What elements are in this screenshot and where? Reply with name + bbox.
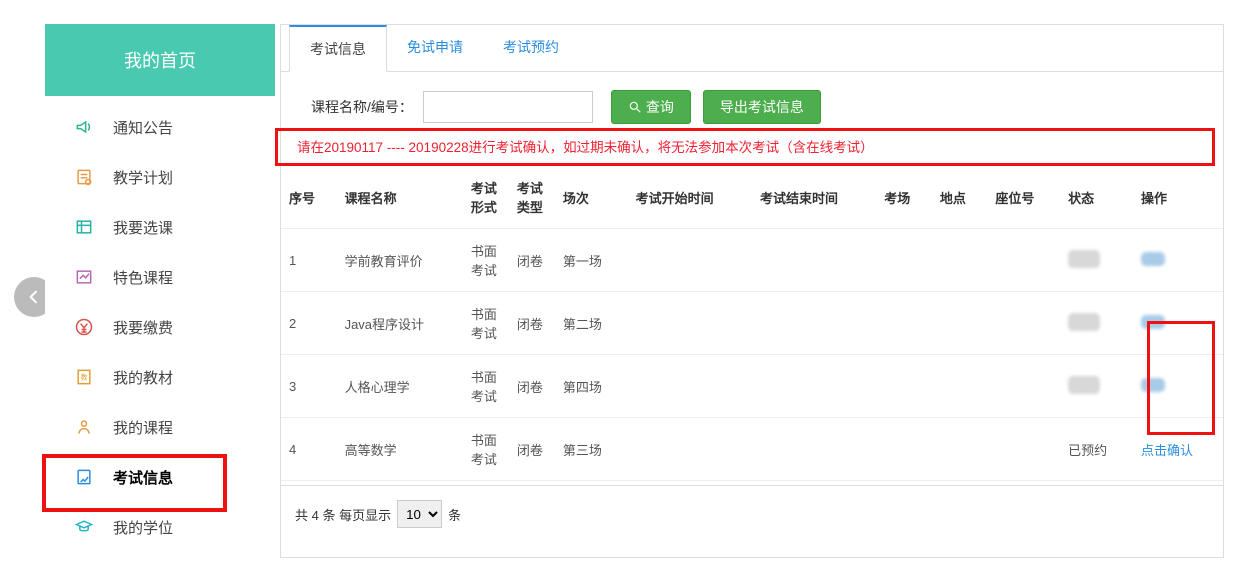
pagination: 共 4 条 每页显示 10 条 (281, 485, 1223, 542)
svg-text:教: 教 (81, 373, 88, 382)
sidebar-item-5[interactable]: 教 我的教材 (45, 352, 275, 402)
warning-message: 请在20190117 ---- 20190228进行考试确认，如过期未确认，将无… (281, 136, 1223, 166)
col-header-6: 考试结束时间 (752, 166, 876, 229)
sidebar-item-label: 考试信息 (113, 467, 173, 488)
sidebar-item-2[interactable]: 我要选课 (45, 202, 275, 252)
export-button-label: 导出考试信息 (720, 97, 804, 117)
sidebar-item-label: 我要缴费 (113, 317, 173, 338)
sidebar-item-7[interactable]: 考试信息 (45, 452, 275, 502)
sidebar-item-6[interactable]: 我的课程 (45, 402, 275, 452)
table-row: 4高等数学书面考试闭卷第三场已预约点击确认 (281, 418, 1223, 481)
tab-0[interactable]: 考试信息 (289, 25, 387, 72)
tab-2[interactable]: 考试预约 (483, 25, 579, 71)
my-course-icon (73, 416, 95, 438)
select-course-icon (73, 216, 95, 238)
sidebar-home-title: 我的首页 (124, 47, 196, 73)
status-blur (1068, 250, 1100, 268)
search-button[interactable]: 查询 (611, 90, 691, 124)
sidebar-item-label: 我的学位 (113, 517, 173, 538)
status-blur (1068, 376, 1100, 394)
col-header-10: 状态 (1060, 166, 1133, 229)
col-header-2: 考试形式 (463, 166, 509, 229)
col-header-5: 考试开始时间 (628, 166, 752, 229)
tab-bar: 考试信息免试申请考试预约 (281, 25, 1223, 72)
action-blur (1141, 378, 1165, 392)
col-header-7: 考场 (876, 166, 932, 229)
col-header-4: 场次 (555, 166, 628, 229)
sidebar-item-3[interactable]: 特色课程 (45, 252, 275, 302)
chevron-left-icon (26, 289, 42, 305)
export-button[interactable]: 导出考试信息 (703, 90, 821, 124)
course-filter-input[interactable] (423, 91, 593, 123)
plan-icon (73, 166, 95, 188)
sidebar-item-label: 特色课程 (113, 267, 173, 288)
page-size-select[interactable]: 10 (397, 500, 442, 528)
sidebar-nav-list: 通知公告教学计划我要选课特色课程我要缴费教 我的教材我的课程考试信息我的学位 (45, 96, 275, 558)
featured-course-icon (73, 266, 95, 288)
pager-suffix: 条 (448, 505, 461, 524)
sidebar-item-1[interactable]: 教学计划 (45, 152, 275, 202)
filter-row: 课程名称/编号： 查询 导出考试信息 (281, 72, 1223, 136)
sidebar-item-4[interactable]: 我要缴费 (45, 302, 275, 352)
filter-label: 课程名称/编号： (311, 97, 413, 117)
action-blur (1141, 252, 1165, 266)
table-row: 3人格心理学书面考试闭卷第四场 (281, 355, 1223, 418)
col-header-1: 课程名称 (337, 166, 463, 229)
sidebar-item-label: 我的教材 (113, 367, 173, 388)
col-header-0: 序号 (281, 166, 337, 229)
pay-icon (73, 316, 95, 338)
pager-prefix: 共 4 条 每页显示 (295, 505, 391, 524)
search-button-label: 查询 (646, 97, 674, 117)
table-row: 2Java程序设计书面考试闭卷第二场 (281, 292, 1223, 355)
exam-table: 序号课程名称考试形式考试类型场次考试开始时间考试结束时间考场地点座位号状态操作 … (281, 166, 1223, 481)
sidebar-item-label: 教学计划 (113, 167, 173, 188)
sidebar-item-label: 通知公告 (113, 117, 173, 138)
confirm-action-link[interactable]: 点击确认 (1141, 443, 1193, 458)
announce-icon (73, 116, 95, 138)
sidebar-item-8[interactable]: 我的学位 (45, 502, 275, 552)
textbook-icon: 教 (73, 366, 95, 388)
sidebar-item-0[interactable]: 通知公告 (45, 102, 275, 152)
exam-info-icon (73, 466, 95, 488)
sidebar-home-header[interactable]: 我的首页 (45, 24, 275, 96)
sidebar: 我的首页 通知公告教学计划我要选课特色课程我要缴费教 我的教材我的课程考试信息我的… (45, 0, 275, 558)
col-header-11: 操作 (1133, 166, 1223, 229)
table-row: 1学前教育评价书面考试闭卷第一场 (281, 229, 1223, 292)
col-header-3: 考试类型 (509, 166, 555, 229)
search-icon (628, 100, 642, 114)
tab-1[interactable]: 免试申请 (387, 25, 483, 71)
col-header-9: 座位号 (987, 166, 1060, 229)
status-blur (1068, 313, 1100, 331)
sidebar-item-label: 我要选课 (113, 217, 173, 238)
col-header-8: 地点 (932, 166, 988, 229)
sidebar-item-label: 我的课程 (113, 417, 173, 438)
main-panel: 考试信息免试申请考试预约 课程名称/编号： 查询 导出考试信息 请在201901… (280, 24, 1224, 558)
degree-icon (73, 516, 95, 538)
action-blur (1141, 315, 1165, 329)
